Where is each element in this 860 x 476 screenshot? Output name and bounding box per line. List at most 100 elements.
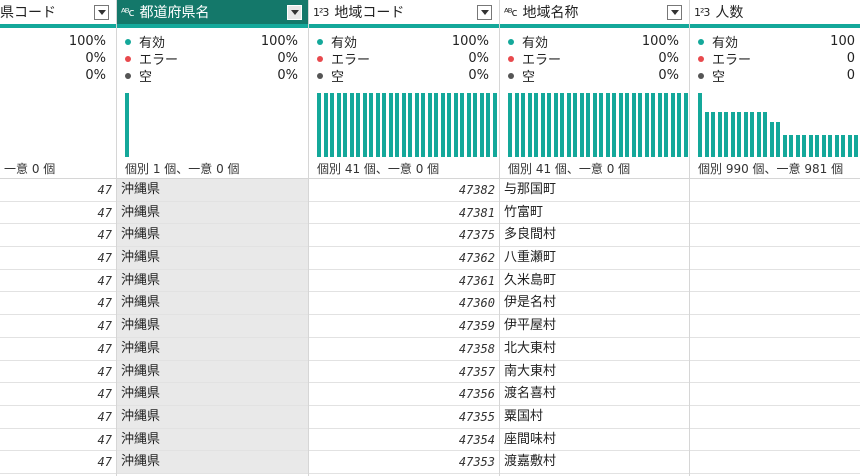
table-cell[interactable]: 沖縄県 (117, 428, 308, 452)
table-cell[interactable]: 47382 (309, 179, 499, 202)
table-cell[interactable]: 44 (690, 315, 860, 338)
table-cell[interactable]: 47361 (309, 270, 499, 293)
table-cell[interactable]: 47360 (309, 292, 499, 316)
table-cell[interactable]: 47 (0, 224, 116, 248)
table-cell[interactable]: 47362 (309, 247, 499, 270)
table-cell[interactable]: 渡名喜村 (500, 383, 689, 406)
quality-error: エラー 0% (117, 50, 308, 68)
table-cell[interactable]: 626 (690, 202, 860, 225)
table-cell[interactable]: 与那国町 (500, 179, 689, 202)
table-cell[interactable]: 伊是名村 (500, 292, 689, 316)
error-dot-icon (698, 55, 704, 62)
table-cell[interactable]: 123 (690, 179, 860, 202)
filter-dropdown-icon[interactable] (667, 5, 682, 20)
histogram-bar (664, 93, 668, 157)
table-cell[interactable]: 47355 (309, 406, 499, 429)
table-cell[interactable]: 沖縄県 (117, 292, 308, 316)
quality-error: エラー 0 (690, 50, 860, 68)
table-cell[interactable]: 沖縄県 (117, 360, 308, 384)
column-header-pref-name[interactable]: ᴬᴮc 都道府県名 (117, 0, 308, 28)
histogram-bar (382, 93, 386, 157)
error-dot-icon (317, 55, 323, 62)
table-cell[interactable]: 47381 (309, 202, 499, 225)
table-cell[interactable]: 47 (0, 429, 116, 452)
table-cell[interactable]: 66 (690, 429, 860, 452)
histogram-bar (795, 134, 800, 157)
table-cell[interactable]: 南大東村 (500, 361, 689, 384)
table-cell[interactable]: 47 (0, 406, 116, 429)
histogram-bar (763, 112, 767, 157)
table-cell[interactable]: 沖縄県 (117, 247, 308, 270)
table-cell[interactable]: 伊平屋村 (500, 315, 689, 338)
type-icon[interactable]: ᴬᴮc (504, 6, 518, 19)
table-cell[interactable]: 47 (0, 383, 116, 406)
quality-percent: 100% (451, 34, 489, 49)
table-cell[interactable]: 沖縄県 (117, 451, 308, 474)
table-cell[interactable]: 47 (0, 270, 116, 293)
table-cell[interactable]: 沖縄県 (117, 383, 308, 406)
type-icon[interactable]: 1²3 (694, 6, 710, 19)
table-cell[interactable]: 47 (0, 451, 116, 474)
table-cell[interactable]: 久米島町 (500, 270, 689, 293)
filter-dropdown-icon[interactable] (94, 5, 109, 20)
table-cell[interactable]: 沖縄県 (117, 269, 308, 293)
table-cell[interactable]: 47 (690, 224, 860, 248)
table-cell[interactable]: 47 (0, 179, 116, 202)
table-cell[interactable]: 沖縄県 (117, 405, 308, 429)
table-cell[interactable]: 167 (690, 247, 860, 270)
quality-valid: 有効 100% (309, 33, 499, 51)
table-cell[interactable]: 42 (690, 451, 860, 474)
table-cell[interactable]: 47 (0, 315, 116, 338)
table-cell[interactable]: 34 (690, 406, 860, 429)
table-cell[interactable]: 4 (690, 338, 860, 361)
table-cell[interactable]: 47 (0, 292, 116, 316)
histogram-bar (460, 93, 464, 157)
histogram-bar (521, 93, 525, 157)
table-cell[interactable]: 沖縄県 (117, 337, 308, 361)
table-cell[interactable]: 八重瀬町 (500, 247, 689, 270)
histogram-bar (440, 93, 445, 157)
column-header-area-code[interactable]: 1²3 地域コード (309, 0, 499, 28)
table-cell[interactable]: 沖縄県 (117, 179, 308, 202)
type-icon[interactable]: ᴬᴮc (121, 6, 135, 19)
table-cell[interactable]: 47357 (309, 361, 499, 384)
table-cell[interactable]: 21 (690, 292, 860, 316)
filter-dropdown-icon[interactable] (287, 5, 302, 20)
table-cell[interactable]: 176 (690, 270, 860, 293)
table-cell[interactable]: 47375 (309, 224, 499, 248)
table-cell[interactable]: 北大東村 (500, 338, 689, 361)
histogram-bar (336, 93, 341, 157)
histogram-bar (514, 93, 519, 157)
column-name: 人数 (715, 5, 744, 21)
column-header-pref-code[interactable]: 県コード (0, 0, 116, 28)
table-cell[interactable]: 座間味村 (500, 429, 689, 452)
histogram-bar (834, 134, 839, 157)
column-header-population[interactable]: 1²3 人数 (690, 0, 860, 28)
table-cell[interactable]: 47358 (309, 338, 499, 361)
filter-dropdown-icon[interactable] (477, 5, 492, 20)
column-header-area-name[interactable]: ᴬᴮc 地域名称 (500, 0, 689, 28)
table-cell[interactable]: 沖縄県 (117, 224, 308, 248)
table-cell[interactable]: 47354 (309, 429, 499, 452)
table-cell[interactable]: 47359 (309, 315, 499, 338)
table-cell[interactable]: 13 (690, 383, 860, 406)
table-cell[interactable]: 竹富町 (500, 202, 689, 225)
table-cell[interactable]: 沖縄県 (117, 315, 308, 338)
table-cell[interactable]: 47353 (309, 451, 499, 474)
table-cell[interactable]: 58 (690, 361, 860, 384)
table-cell[interactable]: 47 (0, 247, 116, 270)
histogram-bar (586, 93, 590, 157)
table-cell[interactable]: 粟国村 (500, 406, 689, 429)
table-cell[interactable]: 47 (0, 361, 116, 384)
table-cell[interactable]: 47356 (309, 383, 499, 406)
table-cell[interactable]: 多良間村 (500, 224, 689, 248)
valid-dot-icon (508, 38, 514, 45)
type-icon[interactable]: 1²3 (313, 6, 329, 19)
histogram-bar (612, 93, 616, 157)
histogram-bar (683, 93, 688, 157)
table-cell[interactable]: 沖縄県 (117, 201, 308, 225)
table-cell[interactable]: 47 (0, 338, 116, 361)
table-cell[interactable]: 渡嘉敷村 (500, 451, 689, 474)
histogram-bar (479, 93, 484, 157)
table-cell[interactable]: 47 (0, 202, 116, 225)
